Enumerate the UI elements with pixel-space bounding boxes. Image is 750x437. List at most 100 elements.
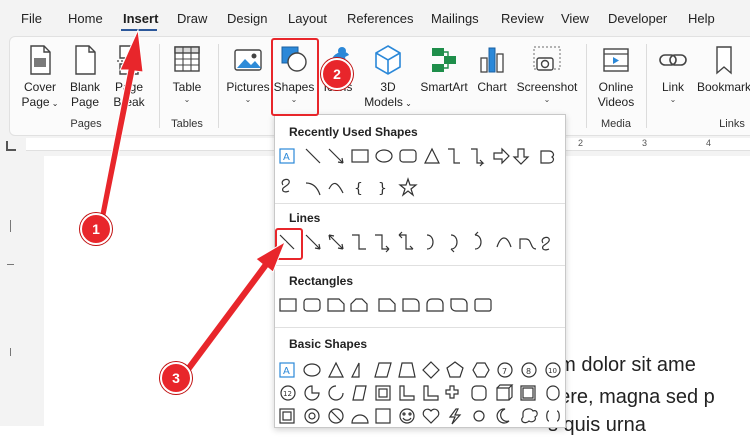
section-divider — [275, 327, 565, 328]
rectangle-shapes-row — [279, 298, 492, 312]
tab-help[interactable]: Help — [688, 11, 715, 26]
pictures-button[interactable]: Pictures ⌄ — [224, 44, 272, 105]
section-title-basic-shapes: Basic Shapes — [289, 337, 368, 351]
heart-shape-icon — [422, 408, 440, 424]
group-label-media: Media — [601, 118, 631, 130]
tab-layout[interactable]: Layout — [288, 11, 327, 26]
group-label-tables: Tables — [171, 118, 203, 130]
trapezoid-shape-icon — [398, 362, 416, 378]
cover-page-icon — [30, 45, 51, 75]
pictures-icon — [234, 49, 262, 71]
round-diagonal-rectangle-icon — [450, 298, 468, 312]
pentagon-shape-icon — [446, 361, 464, 378]
svg-text:12: 12 — [283, 390, 292, 398]
blank-page-label-1: Blank — [69, 80, 101, 94]
rectangle-frame-icon — [474, 298, 492, 312]
tab-insert[interactable]: Insert — [123, 11, 158, 26]
screenshot-button[interactable]: Screenshot ⌄ — [514, 44, 580, 105]
triangle-shape-icon — [328, 361, 344, 378]
screenshot-chevron-icon: ⌄ — [543, 95, 551, 104]
svg-text:8: 8 — [526, 367, 531, 376]
curved-arrow-connector-icon — [450, 234, 458, 253]
vertical-ruler[interactable] — [4, 158, 18, 426]
cover-page-label-2: Page — [21, 95, 50, 109]
screenshot-icon — [533, 46, 561, 71]
tab-mailings[interactable]: Mailings — [431, 11, 479, 26]
line-shape-icon — [305, 148, 321, 164]
basic-shapes-grid: A 7 8 10 12 — [279, 361, 561, 425]
annotation-highlight-shapes — [271, 38, 319, 116]
arc-shape-icon — [305, 182, 321, 196]
tab-references[interactable]: References — [347, 11, 413, 26]
double-arrow-line-shape-icon — [328, 234, 344, 250]
chart-label: Chart — [477, 80, 507, 94]
curve-shape-icon — [496, 237, 512, 248]
tab-file[interactable]: File — [21, 11, 42, 26]
bookmark-button[interactable]: Bookmark — [697, 44, 750, 95]
annotation-badge-1: 1 — [80, 213, 112, 245]
right-triangle-shape-icon — [351, 362, 360, 378]
rectangle-shape-icon — [351, 149, 369, 163]
video-icon — [603, 48, 629, 72]
half-frame-shape-icon — [399, 385, 415, 401]
round-corner-rectangle-icon — [402, 298, 420, 312]
scribble-shape-icon — [541, 236, 550, 251]
curved-double-arrow-connector-icon — [474, 231, 482, 250]
elbow-arrow-connector-icon — [375, 234, 390, 253]
tab-stop-selector[interactable] — [6, 141, 16, 151]
curved-connector-icon — [426, 234, 434, 250]
donut-shape-icon — [304, 408, 320, 424]
elbow-arrow-connector-icon — [471, 148, 485, 167]
oval-shape-icon — [375, 149, 393, 163]
smartart-label: SmartArt — [420, 80, 468, 94]
pictures-chevron-icon: ⌄ — [244, 95, 252, 104]
svg-text:A: A — [283, 366, 290, 377]
cross-shape-icon — [445, 385, 459, 399]
sun-shape-icon — [473, 410, 485, 422]
active-tab-underline — [121, 29, 157, 31]
link-chevron-icon: ⌄ — [669, 95, 677, 104]
tab-review[interactable]: Review — [501, 11, 544, 26]
chart-icon — [480, 47, 504, 73]
smartart-button[interactable]: SmartArt — [418, 44, 470, 95]
link-label: Link — [661, 80, 684, 94]
tab-draw[interactable]: Draw — [177, 11, 207, 26]
curve-shape-icon — [328, 182, 344, 194]
chart-button[interactable]: Chart — [472, 44, 512, 95]
table-chevron-icon: ⌄ — [183, 95, 191, 104]
online-videos-button[interactable]: Online Videos — [592, 44, 640, 110]
tab-developer[interactable]: Developer — [608, 11, 667, 26]
table-button[interactable]: Table ⌄ — [166, 44, 208, 105]
link-icon — [659, 54, 687, 66]
ribbon-separator — [218, 44, 219, 128]
svg-text:}: } — [378, 181, 387, 197]
blank-page-icon — [75, 45, 96, 75]
flowchart-shape-icon — [540, 150, 555, 164]
elbow-connector-icon — [352, 234, 366, 250]
tab-home[interactable]: Home — [68, 11, 103, 26]
blank-page-button[interactable]: Blank Page — [64, 44, 106, 110]
frame-shape-icon — [279, 408, 295, 424]
tab-view[interactable]: View — [561, 11, 589, 26]
rounded-rectangle-shape-icon — [303, 298, 321, 312]
page-break-button[interactable]: Page Break — [108, 44, 150, 110]
cloud-shape-icon — [521, 408, 538, 424]
oval-shape-icon — [303, 363, 321, 377]
arrow-shape-icon — [328, 148, 344, 164]
link-button[interactable]: Link ⌄ — [652, 44, 694, 105]
document-text-line: um dolor sit ame — [548, 354, 696, 376]
3d-models-label-1: 3D — [380, 80, 396, 94]
tab-design[interactable]: Design — [227, 11, 267, 26]
pie-shape-icon — [304, 385, 320, 401]
3d-models-button[interactable]: 3D Models ⌄ — [360, 44, 416, 111]
chord-shape-icon — [328, 385, 344, 401]
cover-page-label-1: Cover — [23, 80, 56, 94]
svg-text:7: 7 — [502, 367, 507, 376]
group-label-links: Links — [719, 118, 745, 130]
document-text-line: uere, magna sed p — [548, 386, 715, 408]
rectangle-shape-icon — [279, 298, 297, 312]
ribbon-separator — [646, 44, 647, 128]
online-videos-label-2: Videos — [597, 95, 635, 109]
cover-page-button[interactable]: Cover Page ⌄ — [18, 44, 62, 111]
table-label: Table — [172, 80, 202, 94]
